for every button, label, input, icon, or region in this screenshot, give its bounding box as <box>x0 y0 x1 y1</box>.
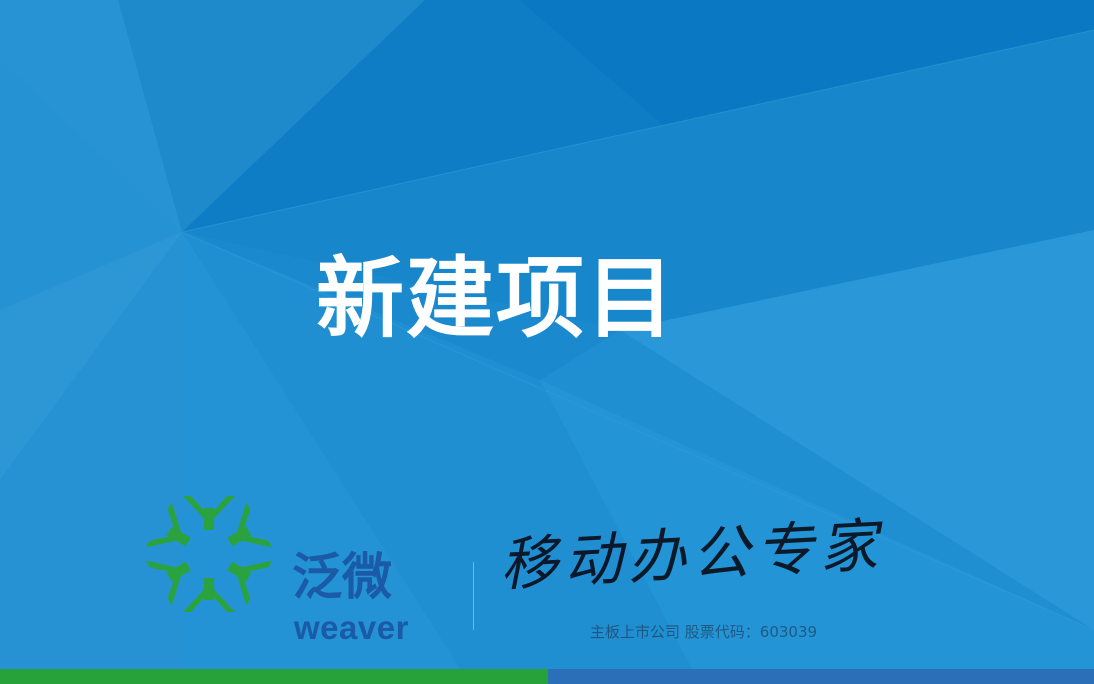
footer-bar-blue <box>548 669 1094 684</box>
slide: 新建项目 泛微 weaver 移动办公专家 主板上市公司 股票代码：603039 <box>0 0 1094 684</box>
brand-name-cn: 泛微 <box>292 548 392 606</box>
logo-divider <box>473 562 474 630</box>
page-title: 新建项目 <box>316 247 677 350</box>
weaver-snowflake-logo-icon <box>145 496 273 612</box>
footer-bar-green <box>0 669 548 684</box>
stock-info: 主板上市公司 股票代码：603039 <box>590 623 818 641</box>
brand-name-en: weaver <box>294 609 409 646</box>
